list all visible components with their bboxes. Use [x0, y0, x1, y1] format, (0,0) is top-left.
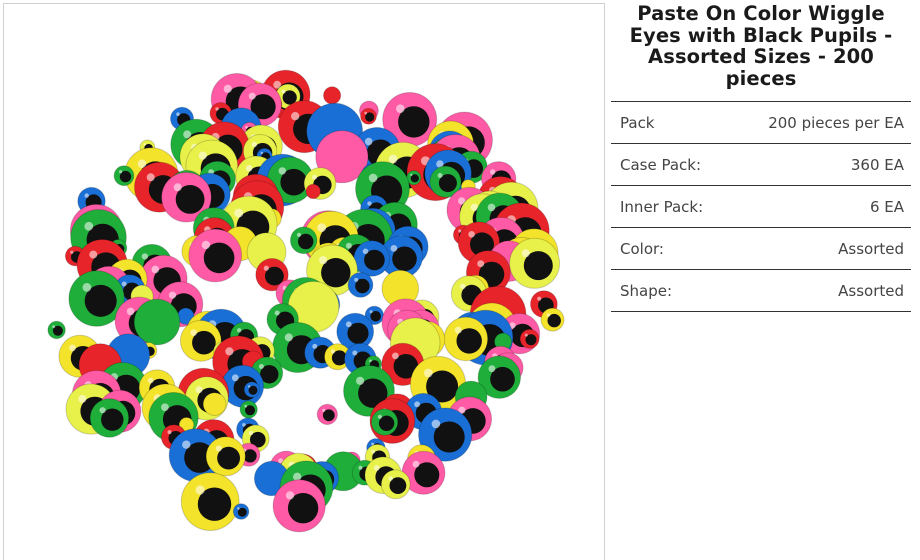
- wiggle-eye: [380, 469, 411, 500]
- spec-label: Inner Pack:: [620, 197, 704, 216]
- spec-label: Color:: [620, 239, 664, 258]
- spec-label: Case Pack:: [620, 155, 702, 174]
- wiggle-eye: [232, 503, 250, 520]
- wiggle-eye: [316, 403, 338, 425]
- wiggle-eye: [509, 237, 561, 289]
- wiggle-eye: [370, 408, 399, 436]
- wiggle-eye: [272, 479, 326, 533]
- wiggle-eye: [347, 272, 374, 298]
- spec-row-pack: Pack 200 pieces per EA: [611, 102, 911, 144]
- wiggle-eye: [243, 381, 261, 398]
- wiggle-eye: [205, 436, 246, 477]
- wiggle-eye: [113, 165, 135, 187]
- wiggle-eye: [47, 320, 66, 340]
- spec-value: Assorted: [838, 239, 904, 258]
- wiggle-eye: [353, 240, 391, 277]
- wiggle-eye: [180, 472, 240, 532]
- product-title: Paste On Color Wiggle Eyes with Black Pu…: [629, 2, 893, 90]
- wiggle-eye: [188, 228, 243, 283]
- spec-value: 200 pieces per EA: [768, 113, 904, 132]
- wiggle-eye: [202, 392, 227, 417]
- spec-row-inner-pack: Inner Pack: 6 EA: [611, 186, 911, 228]
- product-image: [47, 69, 565, 533]
- spec-table: Pack 200 pieces per EA Case Pack: 360 EA…: [611, 101, 911, 312]
- wiggle-eye: [239, 400, 258, 419]
- product-info-panel: Paste On Color Wiggle Eyes with Black Pu…: [611, 0, 911, 560]
- spec-row-case-pack: Case Pack: 360 EA: [611, 144, 911, 186]
- spec-row-color: Color: Assorted: [611, 228, 911, 270]
- wiggle-eye: [540, 307, 565, 332]
- spec-label: Shape:: [620, 281, 673, 300]
- spec-value: 360 EA: [850, 155, 904, 174]
- spec-label: Pack: [620, 113, 655, 132]
- product-image-panel: [3, 3, 605, 560]
- wiggle-eye: [519, 328, 540, 349]
- wiggle-eye: [305, 183, 321, 200]
- wiggle-eye: [89, 398, 130, 438]
- wiggle-eye: [323, 86, 342, 105]
- spec-value: 6 EA: [869, 197, 904, 216]
- spec-row-shape: Shape: Assorted: [611, 270, 911, 312]
- wiggle-eye: [289, 226, 318, 255]
- wiggle-eye: [360, 107, 377, 125]
- spec-value: Assorted: [838, 281, 904, 300]
- wiggle-eye: [443, 316, 489, 362]
